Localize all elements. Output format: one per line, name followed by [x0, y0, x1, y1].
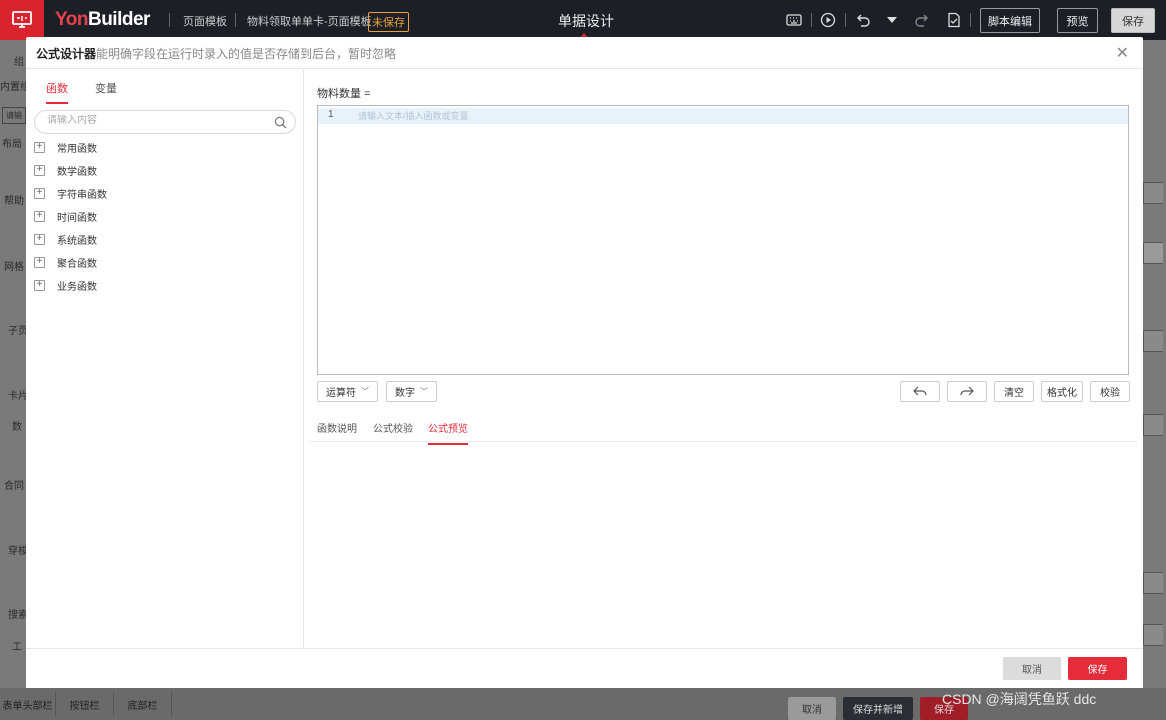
property-panel	[1143, 40, 1166, 720]
palette-group-tools[interactable]: 工	[12, 638, 22, 653]
editor-placeholder: 请输入文本/插入函数或变量	[358, 111, 469, 121]
brand-logo: YonBuilder	[55, 9, 150, 30]
top-bar: YonBuilder 页面模板 物料领取单单卡-页面模板 未保存 单据设计 脚本…	[0, 0, 1166, 40]
editor-redo-button[interactable]	[947, 381, 987, 402]
expand-icon[interactable]: +	[34, 233, 45, 245]
operator-dropdown[interactable]: 运算符 ﹀	[317, 381, 378, 402]
play-icon[interactable]	[820, 12, 836, 28]
search-icon[interactable]	[274, 116, 287, 129]
chevron-down-icon: ﹀	[361, 387, 369, 396]
function-panel: 函数 变量 +常用函数 +数学函数 +字符串函数 +时间函数 +系统函数 +聚合…	[26, 70, 304, 648]
editor-undo-button[interactable]	[900, 381, 940, 402]
function-search[interactable]	[34, 110, 296, 134]
palette-text: 组	[14, 57, 24, 68]
divider	[845, 13, 846, 27]
dropdown-icon[interactable]	[884, 12, 900, 28]
bottom-tab-footer-bar[interactable]: 底部栏	[114, 692, 172, 716]
tab-formula-validation[interactable]: 公式校验	[373, 420, 413, 443]
expand-icon[interactable]: +	[34, 187, 45, 199]
tree-item-string-functions[interactable]: + 字符串函数	[34, 184, 107, 202]
formula-editor[interactable]: 1 请输入文本/插入函数或变量	[317, 105, 1129, 375]
number-dropdown[interactable]: 数字 ﹀	[386, 381, 437, 402]
tree-item-aggregate-functions[interactable]: + 聚合函数	[34, 253, 97, 271]
unsaved-badge: 未保存	[368, 12, 409, 32]
dialog-footer: 取消 保存	[26, 648, 1143, 688]
palette-item-subpage[interactable]: 子页	[8, 322, 28, 337]
script-edit-button[interactable]: 脚本编辑	[980, 8, 1040, 33]
palette-group-layout[interactable]: 布局	[2, 135, 22, 150]
background-save-and-new-button[interactable]: 保存并新增	[843, 697, 913, 720]
expand-icon[interactable]: +	[34, 164, 45, 176]
tab-divider	[309, 441, 1137, 442]
cancel-button[interactable]: 取消	[1003, 657, 1061, 680]
expand-icon[interactable]: +	[34, 141, 45, 153]
divider	[169, 13, 170, 27]
expand-icon[interactable]: +	[34, 279, 45, 291]
breadcrumb-document[interactable]: 物料领取单单卡-页面模板	[247, 13, 372, 29]
validate-button[interactable]: 校验	[1090, 381, 1130, 402]
property-field[interactable]	[1143, 624, 1163, 646]
palette-item-card[interactable]: 卡片	[8, 387, 28, 402]
dialog-header: 公式设计器 能明确字段在运行时录入的值是否存储到后台，暂时忽略 ✕	[26, 37, 1143, 69]
top-save-button[interactable]: 保存	[1111, 8, 1155, 33]
component-palette: 组 内置组 请输 布局 帮助 网格 子页 卡片 数 合同 穿梭 搜索 工	[0, 40, 30, 720]
tree-item-common-functions[interactable]: + 常用函数	[34, 138, 97, 156]
background-cancel-button[interactable]: 取消	[788, 697, 836, 720]
bottom-tab-form-header[interactable]: 表单头部栏	[0, 692, 56, 716]
redo-arrow-icon	[960, 386, 974, 395]
tab-functions[interactable]: 函数	[46, 80, 68, 104]
keyboard-icon[interactable]	[786, 12, 802, 28]
property-field[interactable]	[1143, 242, 1163, 264]
expand-icon[interactable]: +	[34, 256, 45, 268]
preview-button[interactable]: 预览	[1057, 8, 1098, 33]
formula-field-label: 物料数量 =	[317, 88, 371, 100]
tree-item-math-functions[interactable]: + 数学函数	[34, 161, 97, 179]
line-number: 1	[328, 109, 334, 120]
property-field[interactable]	[1143, 330, 1163, 352]
formula-designer-dialog: 公式设计器 能明确字段在运行时录入的值是否存储到后台，暂时忽略 ✕ 函数 变量 …	[26, 37, 1143, 688]
format-button[interactable]: 格式化	[1041, 381, 1083, 402]
redo-icon[interactable]	[914, 12, 930, 28]
property-field[interactable]	[1143, 414, 1163, 436]
function-search-input[interactable]	[47, 115, 267, 126]
tab-variables[interactable]: 变量	[95, 80, 117, 102]
dialog-subtitle: 能明确字段在运行时录入的值是否存储到后台，暂时忽略	[96, 47, 397, 61]
close-icon[interactable]: ✕	[1116, 43, 1129, 63]
palette-item-help[interactable]: 帮助	[4, 192, 24, 207]
palette-item-transfer[interactable]: 穿梭	[8, 542, 28, 557]
clear-button[interactable]: 清空	[994, 381, 1034, 402]
save-button[interactable]: 保存	[1068, 657, 1127, 680]
page-title: 单据设计	[558, 13, 614, 29]
tree-item-time-functions[interactable]: + 时间函数	[34, 207, 97, 225]
tree-item-business-functions[interactable]: + 业务函数	[34, 276, 97, 294]
monitor-icon	[12, 11, 32, 28]
dialog-title: 公式设计器	[36, 47, 97, 61]
app-logo[interactable]	[0, 0, 44, 40]
palette-item-contract[interactable]: 合同	[4, 477, 24, 492]
breadcrumb-page-template[interactable]: 页面模板	[183, 13, 227, 29]
undo-icon[interactable]	[855, 12, 871, 28]
property-field[interactable]	[1143, 182, 1163, 204]
palette-item-search[interactable]: 搜索	[8, 606, 28, 621]
watermark: CSDN @海阔凭鱼跃 ddc	[942, 691, 1097, 707]
tree-item-system-functions[interactable]: + 系统函数	[34, 230, 97, 248]
divider	[970, 13, 971, 27]
document-check-icon[interactable]	[946, 12, 962, 28]
palette-group-data[interactable]: 数	[12, 418, 22, 433]
chevron-down-icon: ﹀	[420, 387, 428, 396]
property-field[interactable]	[1143, 572, 1163, 594]
palette-search-input[interactable]: 请输	[2, 107, 26, 124]
undo-arrow-icon	[913, 386, 927, 395]
palette-item-grid[interactable]: 网格	[4, 258, 24, 273]
divider	[811, 13, 812, 27]
tab-function-description[interactable]: 函数说明	[317, 420, 357, 443]
bottom-tab-button-bar[interactable]: 按钮栏	[56, 692, 114, 716]
divider	[235, 13, 236, 27]
expand-icon[interactable]: +	[34, 210, 45, 222]
formula-editor-panel: 物料数量 = 1 请输入文本/插入函数或变量 运算符 ﹀ 数字 ﹀ 清空 格式化 校…	[309, 75, 1137, 643]
